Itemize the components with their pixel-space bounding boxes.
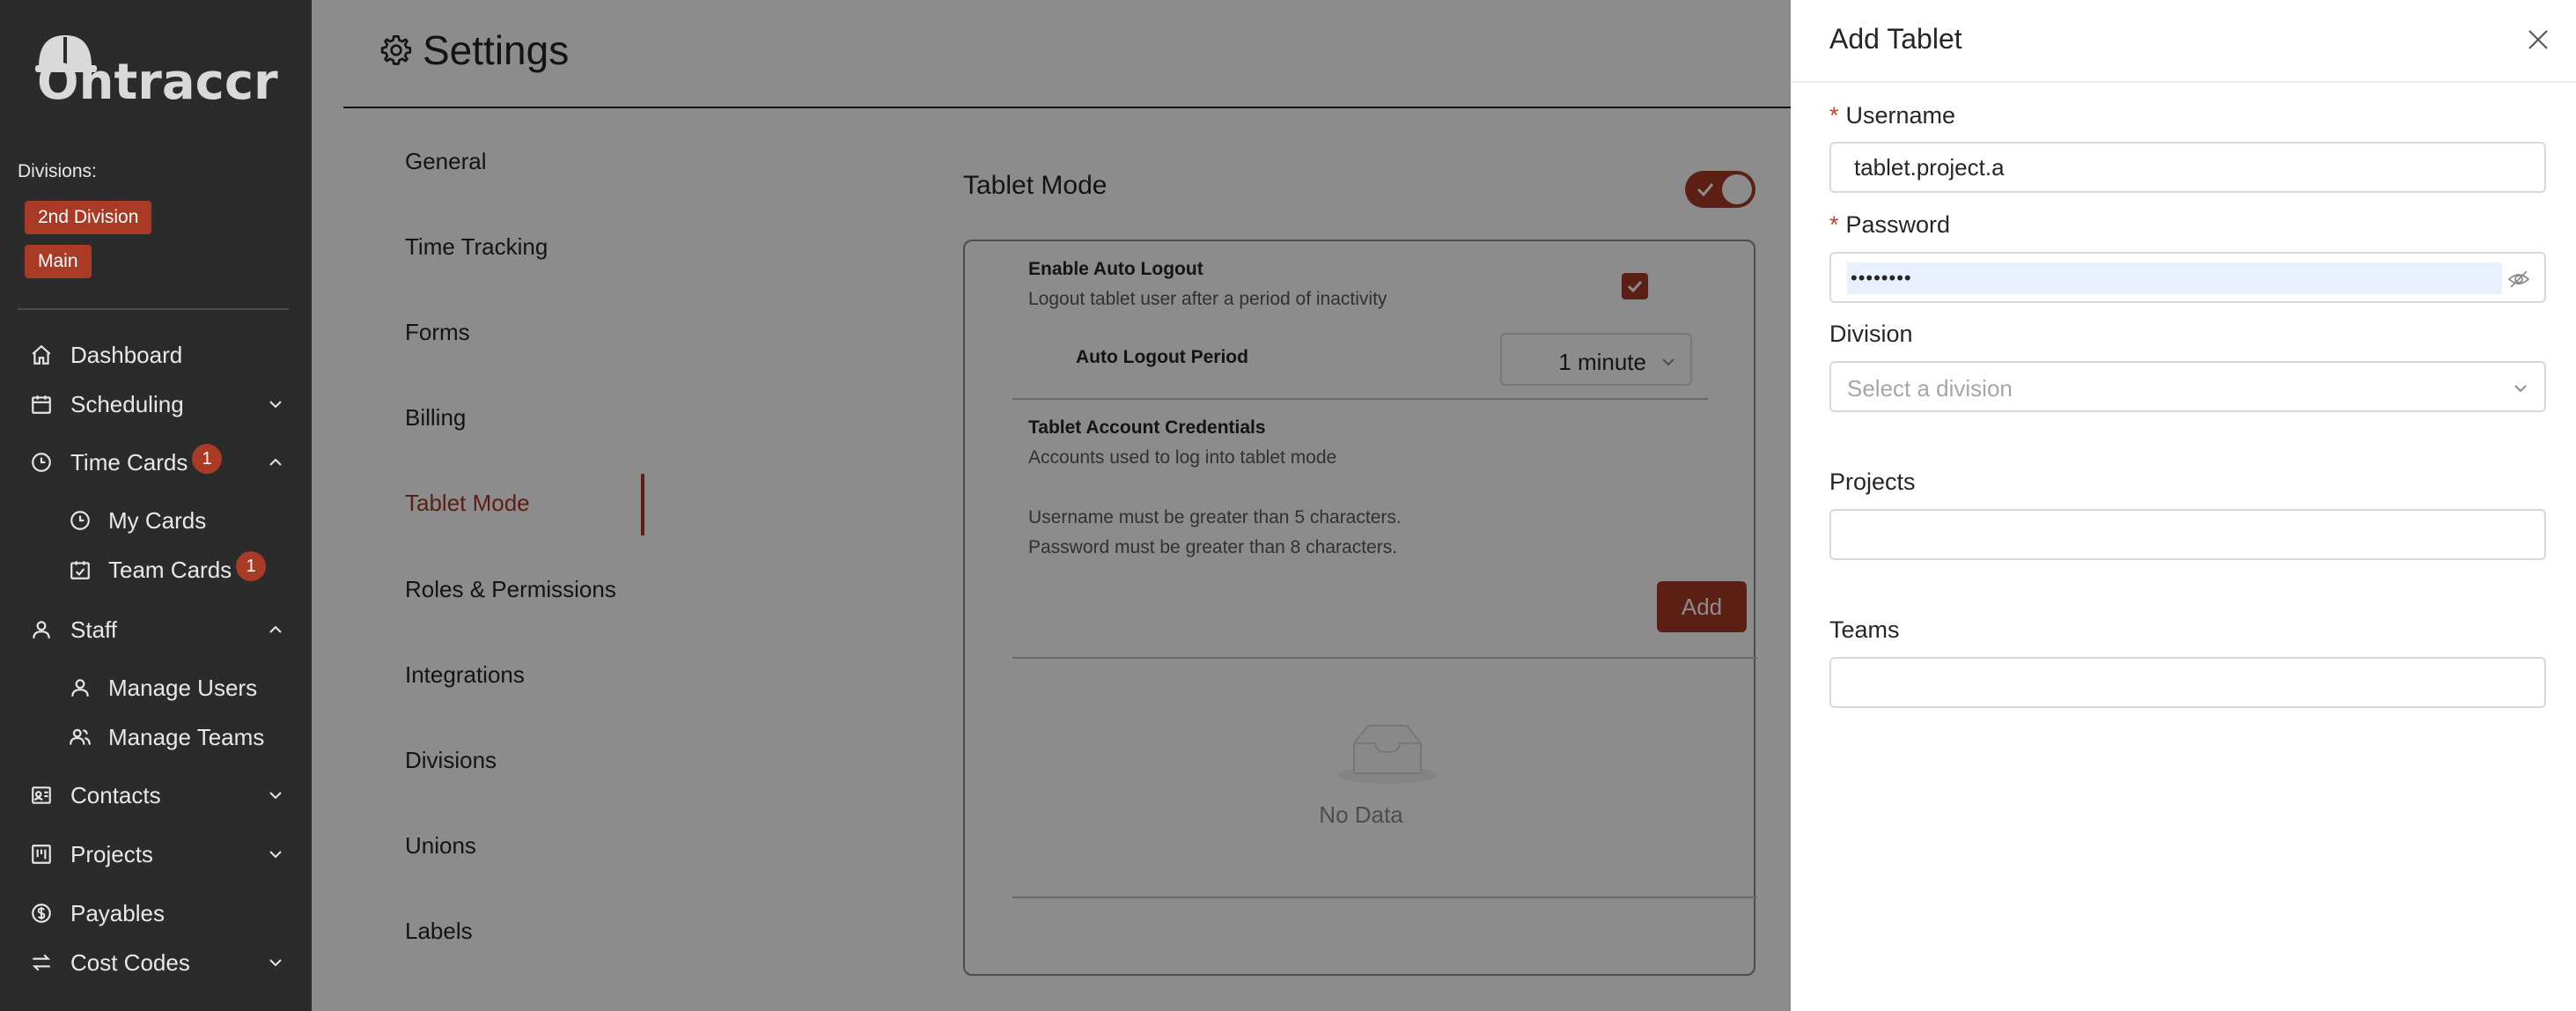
sidebar-item-scheduling[interactable]: Scheduling — [0, 382, 312, 426]
division-label: Division — [1829, 321, 1913, 347]
sidebar-item-label: Projects — [70, 840, 153, 867]
sidebar-item-label: Cost Codes — [70, 948, 190, 976]
sidebar-item-label: Manage Teams — [108, 723, 265, 750]
team-cards-count-badge: 1 — [236, 551, 266, 581]
sidebar-item-label: Time Cards — [70, 448, 188, 476]
projects-select[interactable] — [1829, 509, 2546, 560]
time-cards-count-badge: 1 — [192, 444, 222, 474]
password-value: •••••••• — [1847, 262, 2502, 294]
project-icon — [32, 845, 51, 864]
chevron-down-icon — [269, 792, 282, 800]
sidebar-item-label: Team Cards — [108, 556, 232, 583]
username-input[interactable] — [1829, 142, 2546, 193]
sidebar-item-label: Dashboard — [70, 341, 183, 368]
chevron-up-icon — [269, 625, 282, 633]
sidebar-item-label: Scheduling — [70, 390, 184, 417]
chevron-up-icon — [269, 458, 282, 466]
division-select[interactable]: Select a division — [1829, 361, 2546, 412]
sidebar-item-label: Payables — [70, 899, 165, 926]
sidebar-item-manage-users[interactable]: Manage Users — [0, 666, 312, 710]
sidebar-item-cost-codes[interactable]: Cost Codes — [0, 941, 312, 985]
svg-text:Ontraccr: Ontraccr — [37, 54, 278, 109]
projects-label: Projects — [1829, 469, 1916, 495]
sidebar-item-team-cards[interactable]: Team Cards 1 — [0, 548, 312, 592]
password-label-text: Password — [1845, 211, 1951, 238]
division-tag-2nd-division[interactable]: 2nd Division — [25, 201, 152, 234]
sidebar-item-dashboard[interactable]: Dashboard — [0, 333, 312, 377]
password-input[interactable]: •••••••• — [1829, 252, 2546, 303]
team-icon — [70, 728, 91, 745]
required-mark: * — [1829, 102, 1839, 129]
ontraccr-logo[interactable]: Ontraccr — [35, 30, 282, 109]
eye-invisible-icon[interactable] — [2507, 268, 2530, 291]
drawer-header-divider — [1791, 81, 2576, 83]
sidebar: Ontraccr Divisions: 2nd Division Main Da… — [0, 0, 312, 1011]
sidebar-item-my-cards[interactable]: My Cards — [0, 498, 312, 542]
chevron-down-icon — [2514, 385, 2527, 393]
username-label-text: Username — [1845, 102, 1956, 129]
drawer-title: Add Tablet — [1829, 23, 1962, 55]
sidebar-item-label: Staff — [70, 616, 118, 643]
clock-icon — [70, 511, 90, 530]
chevron-down-icon — [269, 401, 282, 409]
user-icon — [33, 621, 50, 638]
sidebar-item-contacts[interactable]: Contacts — [0, 773, 312, 817]
sidebar-item-label: Contacts — [70, 781, 161, 808]
user-icon — [71, 679, 89, 697]
teams-select[interactable] — [1829, 657, 2546, 708]
chevron-down-icon — [269, 851, 282, 859]
chevron-down-icon — [269, 959, 282, 967]
sidebar-item-staff[interactable]: Staff — [0, 608, 312, 652]
password-label: * Password — [1829, 211, 1950, 239]
sidebar-item-manage-teams[interactable]: Manage Teams — [0, 715, 312, 759]
sidebar-item-payables[interactable]: Payables — [0, 891, 312, 935]
division-tag-main[interactable]: Main — [25, 245, 92, 278]
division-select-placeholder: Select a division — [1847, 375, 2013, 402]
divisions-label: Divisions: — [18, 161, 97, 181]
add-tablet-drawer: Add Tablet *Username *Password •••••••• … — [1791, 0, 2576, 1011]
contacts-icon — [32, 786, 51, 804]
close-icon[interactable] — [2527, 28, 2550, 51]
sidebar-item-projects[interactable]: Projects — [0, 832, 312, 876]
sidebar-item-time-cards[interactable]: Time Cards 1 — [0, 440, 312, 484]
sidebar-divider — [18, 308, 289, 310]
teams-label: Teams — [1829, 616, 1900, 643]
clock-icon — [32, 453, 51, 472]
calendar-icon — [32, 395, 51, 414]
calendar-check-icon — [70, 561, 90, 579]
dollar-icon — [32, 904, 51, 923]
home-icon — [32, 344, 51, 365]
required-mark: * — [1829, 211, 1839, 238]
username-label: * Username — [1829, 102, 1955, 129]
sidebar-item-label: My Cards — [108, 506, 207, 534]
sidebar-item-label: Manage Users — [108, 674, 258, 701]
swap-icon — [32, 954, 51, 971]
